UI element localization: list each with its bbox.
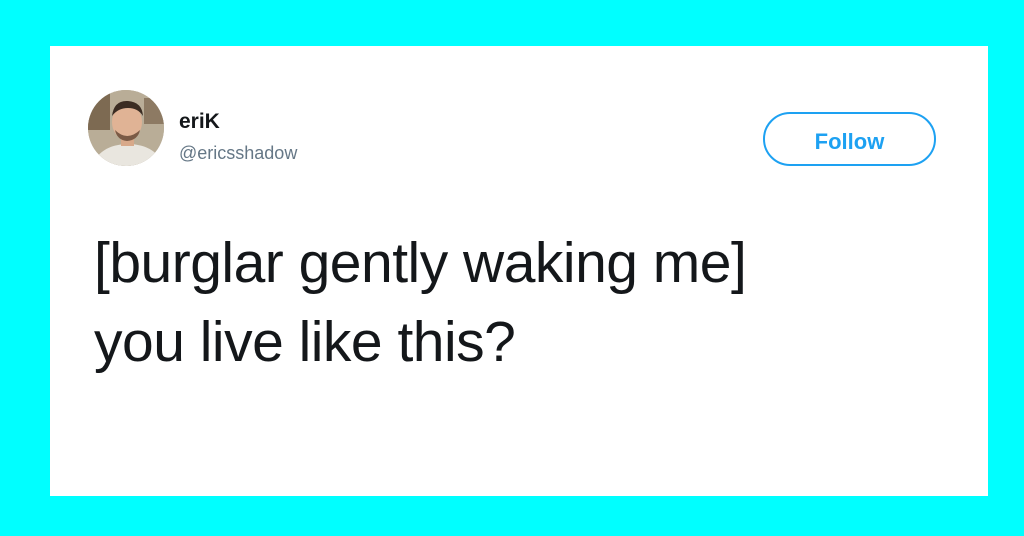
follow-button[interactable]: Follow xyxy=(763,112,936,166)
user-avatar-icon xyxy=(88,90,164,166)
avatar[interactable] xyxy=(88,90,164,166)
tweet-text-line: [burglar gently waking me] xyxy=(94,231,747,295)
tweet-text: [burglar gently waking me] you live like… xyxy=(94,224,954,382)
user-display-name[interactable]: eriK xyxy=(179,110,220,134)
user-handle[interactable]: @ericsshadow xyxy=(179,142,297,164)
tweet-card: eriK @ericsshadow Follow [burglar gently… xyxy=(50,46,988,496)
tweet-text-line: you live like this? xyxy=(94,310,516,374)
